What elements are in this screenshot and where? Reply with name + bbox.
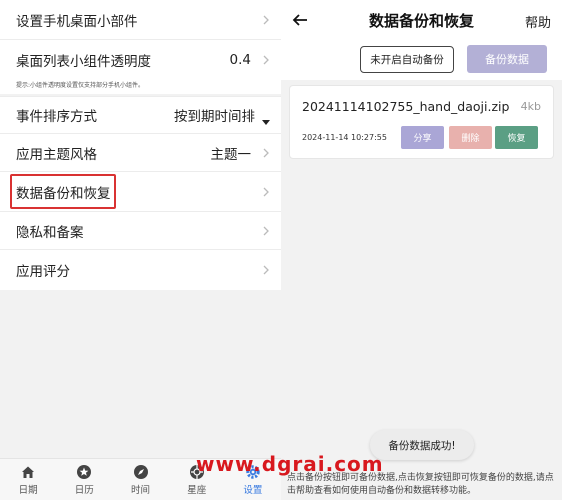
help-button[interactable]: 帮助 — [525, 12, 551, 31]
chevron-right-icon — [261, 225, 271, 237]
transparency-value: 0.4 — [229, 52, 251, 68]
settings-item-rating[interactable]: 应用评分 — [0, 250, 281, 290]
nav-label: 日期 — [18, 484, 38, 496]
settings-item-transparency[interactable]: 桌面列表小组件透明度 0.4 — [0, 40, 281, 80]
restore-button[interactable]: 恢复 — [495, 126, 538, 149]
nav-item-calendar[interactable]: 日历 — [56, 459, 112, 500]
settings-panel: 设置手机桌面小部件 桌面列表小组件透明度 0.4 提示:小组件透明度设置仅支持部… — [0, 0, 281, 500]
nav-label: 时间 — [131, 484, 151, 496]
settings-item-label: 应用评分 — [16, 264, 70, 280]
chevron-right-icon — [261, 54, 271, 66]
action-bar: 未开启自动备份 备份数据 — [281, 40, 562, 80]
settings-item-label: 事件排序方式 — [16, 109, 97, 125]
sort-value: 按到期时间排 — [174, 109, 255, 125]
backup-file-card: 20241114102755_hand_daoji.zip 4kb 2024-1… — [289, 85, 554, 159]
file-time: 2024-11-14 10:27:55 — [302, 133, 387, 142]
nav-label: 日历 — [74, 484, 94, 496]
chevron-right-icon — [261, 264, 271, 276]
delete-button[interactable]: 删除 — [449, 126, 492, 149]
settings-item-label: 设置手机桌面小部件 — [16, 13, 138, 30]
chevron-right-icon — [261, 186, 271, 198]
settings-item-label: 隐私和备案 — [16, 224, 84, 241]
home-icon — [22, 466, 35, 478]
chevron-right-icon — [261, 147, 271, 159]
settings-item-label: 应用主题风格 — [16, 146, 97, 163]
watermark: www.dgrai.com — [196, 452, 384, 476]
success-toast: 备份数据成功! — [370, 430, 474, 460]
settings-item-sort[interactable]: 事件排序方式 按到期时间排 — [0, 96, 281, 134]
settings-item-widget[interactable]: 设置手机桌面小部件 — [0, 0, 281, 40]
nav-label: 星座 — [187, 484, 207, 496]
backup-panel: 数据备份和恢复 帮助 未开启自动备份 备份数据 20241114102755_h… — [281, 0, 562, 500]
file-size: 4kb — [520, 100, 541, 113]
star-icon — [77, 464, 92, 479]
caret-down-icon — [261, 111, 271, 125]
settings-item-label: 数据备份和恢复 — [16, 185, 111, 202]
settings-item-privacy[interactable]: 隐私和备案 — [0, 212, 281, 250]
nav-label: 设置 — [243, 484, 263, 496]
theme-value: 主题一 — [210, 146, 252, 163]
settings-item-backup[interactable]: 数据备份和恢复 — [0, 172, 281, 212]
page-title: 数据备份和恢复 — [368, 12, 474, 30]
settings-item-theme[interactable]: 应用主题风格 主题一 — [0, 134, 281, 172]
settings-item-label: 桌面列表小组件透明度 — [16, 54, 151, 70]
share-button[interactable]: 分享 — [401, 126, 444, 149]
nav-item-time[interactable]: 时间 — [112, 459, 168, 500]
transparency-hint: 提示:小组件透明度设置仅支持部分手机小组件。 — [0, 80, 281, 94]
chevron-right-icon — [261, 14, 271, 26]
top-bar: 数据备份和恢复 帮助 — [281, 0, 562, 40]
auto-backup-button[interactable]: 未开启自动备份 — [360, 46, 454, 73]
file-name: 20241114102755_hand_daoji.zip — [302, 99, 510, 114]
nav-item-date[interactable]: 日期 — [0, 459, 56, 500]
backup-data-button[interactable]: 备份数据 — [467, 45, 547, 73]
compass-icon — [133, 464, 148, 479]
